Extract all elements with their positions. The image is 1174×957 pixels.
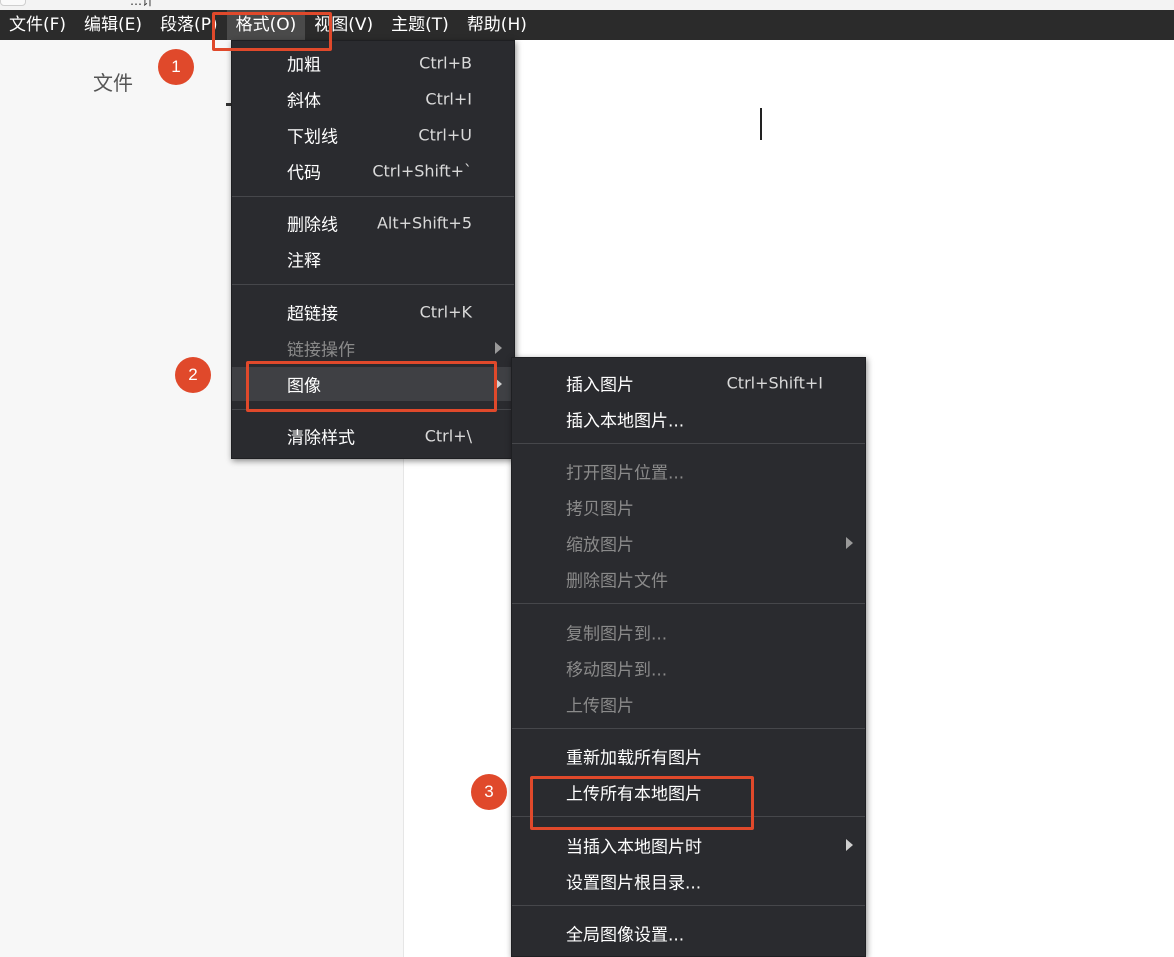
menu-item-zoom-image: 缩放图片 [512, 526, 865, 560]
highlight-box-upload-all [530, 776, 754, 830]
menu-item-open-image-location: 打开图片位置... [566, 463, 685, 484]
menu-item-clear-style[interactable]: 清除样式 Ctrl+\ [232, 419, 514, 453]
menu-item-bold[interactable]: 加粗 Ctrl+B [232, 46, 514, 80]
highlight-box-format-menu [212, 12, 332, 51]
menu-item-upload-image: 上传图片 [566, 696, 634, 717]
menu-item-global-image-settings[interactable]: 全局图像设置... [512, 916, 865, 950]
text-caret [760, 108, 762, 140]
highlight-box-image-item [246, 361, 497, 412]
menubar: 文件(F) 编辑(E) 段落(P) 格式(O) 视图(V) 主题(T) 帮助(H… [0, 10, 1174, 40]
menu-item-set-image-root[interactable]: 设置图片根目录... [512, 864, 865, 898]
menu-item-when-insert-local-image[interactable]: 当插入本地图片时 [512, 828, 865, 862]
menu-item-insert-image[interactable]: 插入图片 Ctrl+Shift+I [512, 366, 865, 400]
menu-item-hyperlink[interactable]: 超链接 Ctrl+K [232, 295, 514, 329]
menu-item-strikethrough[interactable]: 删除线 Alt+Shift+5 [232, 206, 514, 240]
menu-item-move-image-to: 移动图片到... [566, 660, 668, 681]
window-tab[interactable] [0, 0, 26, 6]
menu-separator [512, 443, 865, 444]
menu-separator [512, 728, 865, 729]
submenu-arrow-icon [495, 342, 502, 354]
menu-edit[interactable]: 编辑(E) [75, 10, 151, 40]
menu-theme[interactable]: 主题(T) [382, 10, 458, 40]
menu-item-insert-local-image[interactable]: 插入本地图片... [512, 402, 865, 436]
sidebar-title: 文件 [93, 71, 133, 95]
window-titlebar: …计 [0, 0, 1174, 10]
menu-item-copy-image: 拷贝图片 [566, 499, 634, 520]
menu-item-reload-all-images[interactable]: 重新加载所有图片 [512, 739, 865, 773]
menu-separator [512, 905, 865, 906]
menu-separator [512, 603, 865, 604]
menu-item-comment[interactable]: 注释 [232, 242, 514, 276]
step-badge-1: 1 [158, 49, 194, 85]
menu-separator [232, 284, 514, 285]
menu-item-italic[interactable]: 斜体 Ctrl+I [232, 82, 514, 116]
menu-item-copy-image-to: 复制图片到... [566, 624, 668, 645]
menu-separator [232, 196, 514, 197]
step-badge-3: 3 [471, 774, 507, 810]
step-badge-2: 2 [175, 357, 211, 393]
menu-item-link-actions: 链接操作 [232, 331, 514, 365]
menu-item-underline[interactable]: 下划线 Ctrl+U [232, 118, 514, 152]
image-submenu: 插入图片 Ctrl+Shift+I 插入本地图片... 打开图片位置... 拷贝… [511, 357, 866, 957]
menu-item-delete-image-file: 删除图片文件 [566, 571, 668, 592]
menu-file[interactable]: 文件(F) [0, 10, 75, 40]
submenu-arrow-icon [846, 839, 853, 851]
window-title: …计 [130, 0, 155, 8]
submenu-arrow-icon [846, 537, 853, 549]
menu-item-code[interactable]: 代码 Ctrl+Shift+` [232, 154, 514, 188]
menu-help[interactable]: 帮助(H) [458, 10, 536, 40]
